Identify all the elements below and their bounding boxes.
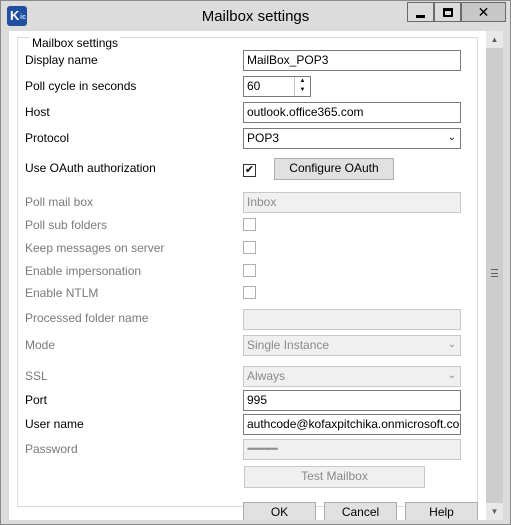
password-input[interactable]: •••••••••••••• (243, 439, 461, 460)
poll-sub-folders-checkbox[interactable] (243, 218, 256, 231)
chevron-down-icon: ⌄ (447, 339, 456, 350)
user-name-label: User name (25, 417, 84, 431)
minimize-icon (416, 14, 425, 18)
spin-up-icon[interactable]: ▲ (295, 77, 310, 86)
poll-cycle-label: Poll cycle in seconds (25, 79, 137, 93)
mode-label: Mode (25, 338, 56, 352)
use-oauth-label: Use OAuth authorization (25, 161, 156, 175)
title-bar[interactable]: Kic Mailbox settings ✕ (1, 1, 510, 31)
ssl-value: Always (247, 369, 286, 383)
enable-ntlm-checkbox[interactable] (243, 286, 256, 299)
stepper-arrows[interactable]: ▲ ▼ (294, 77, 310, 96)
protocol-label: Protocol (25, 131, 70, 145)
poll-sub-folders-label: Poll sub folders (25, 218, 108, 232)
display-name-label: Display name (25, 53, 98, 67)
close-button[interactable]: ✕ (461, 2, 506, 22)
group-title: Mailbox settings (30, 36, 121, 50)
scroll-up-icon[interactable]: ▲ (486, 31, 503, 48)
poll-cycle-stepper[interactable]: 60 ▲ ▼ (243, 76, 311, 97)
host-input[interactable]: outlook.office365.com (243, 102, 461, 123)
chevron-down-icon: ⌄ (447, 370, 456, 381)
processed-folder-label: Processed folder name (25, 311, 149, 325)
ssl-label: SSL (25, 369, 48, 383)
spin-down-icon[interactable]: ▼ (295, 86, 310, 95)
settings-panel: Mailbox settings Display name MailBox_PO… (9, 31, 486, 520)
minimize-button[interactable] (407, 2, 434, 22)
user-name-input[interactable]: authcode@kofaxpitchika.onmicrosoft.com (243, 414, 461, 435)
maximize-icon (442, 7, 453, 17)
maximize-button[interactable] (434, 2, 461, 22)
test-mailbox-button[interactable]: Test Mailbox (244, 466, 425, 488)
mode-value: Single Instance (247, 338, 330, 352)
vertical-scrollbar[interactable]: ▲ ▼ (486, 31, 503, 520)
host-label: Host (25, 105, 50, 119)
poll-mailbox-input[interactable]: Inbox (243, 192, 461, 213)
display-name-input[interactable]: MailBox_POP3 (243, 50, 461, 71)
keep-messages-checkbox[interactable] (243, 241, 256, 254)
ssl-select[interactable]: Always ⌄ (243, 366, 461, 387)
help-button[interactable]: Help (405, 502, 478, 520)
scroll-grip-icon (491, 269, 498, 277)
port-label: Port (25, 393, 48, 407)
poll-mailbox-label: Poll mail box (25, 195, 94, 209)
protocol-value: POP3 (247, 131, 280, 145)
cancel-button[interactable]: Cancel (324, 502, 397, 520)
scroll-down-icon[interactable]: ▼ (486, 503, 503, 520)
chevron-down-icon: ⌄ (447, 132, 456, 143)
ok-button[interactable]: OK (243, 502, 316, 520)
port-input[interactable]: 995 (243, 390, 461, 411)
keep-messages-label: Keep messages on server (25, 241, 165, 255)
enable-ntlm-label: Enable NTLM (25, 286, 99, 300)
mailbox-settings-window: Kic Mailbox settings ✕ Mailbox settings … (0, 0, 511, 525)
password-label: Password (25, 442, 78, 456)
kofax-app-icon: Kic (7, 6, 27, 26)
protocol-select[interactable]: POP3 ⌄ (243, 128, 461, 149)
poll-cycle-value: 60 (247, 79, 261, 93)
processed-folder-input[interactable] (243, 309, 461, 330)
configure-oauth-button[interactable]: Configure OAuth (274, 158, 394, 180)
enable-impersonation-label: Enable impersonation (25, 264, 142, 278)
enable-impersonation-checkbox[interactable] (243, 264, 256, 277)
mode-select[interactable]: Single Instance ⌄ (243, 335, 461, 356)
use-oauth-checkbox[interactable]: ✔ (243, 164, 256, 177)
close-icon: ✕ (477, 4, 490, 20)
